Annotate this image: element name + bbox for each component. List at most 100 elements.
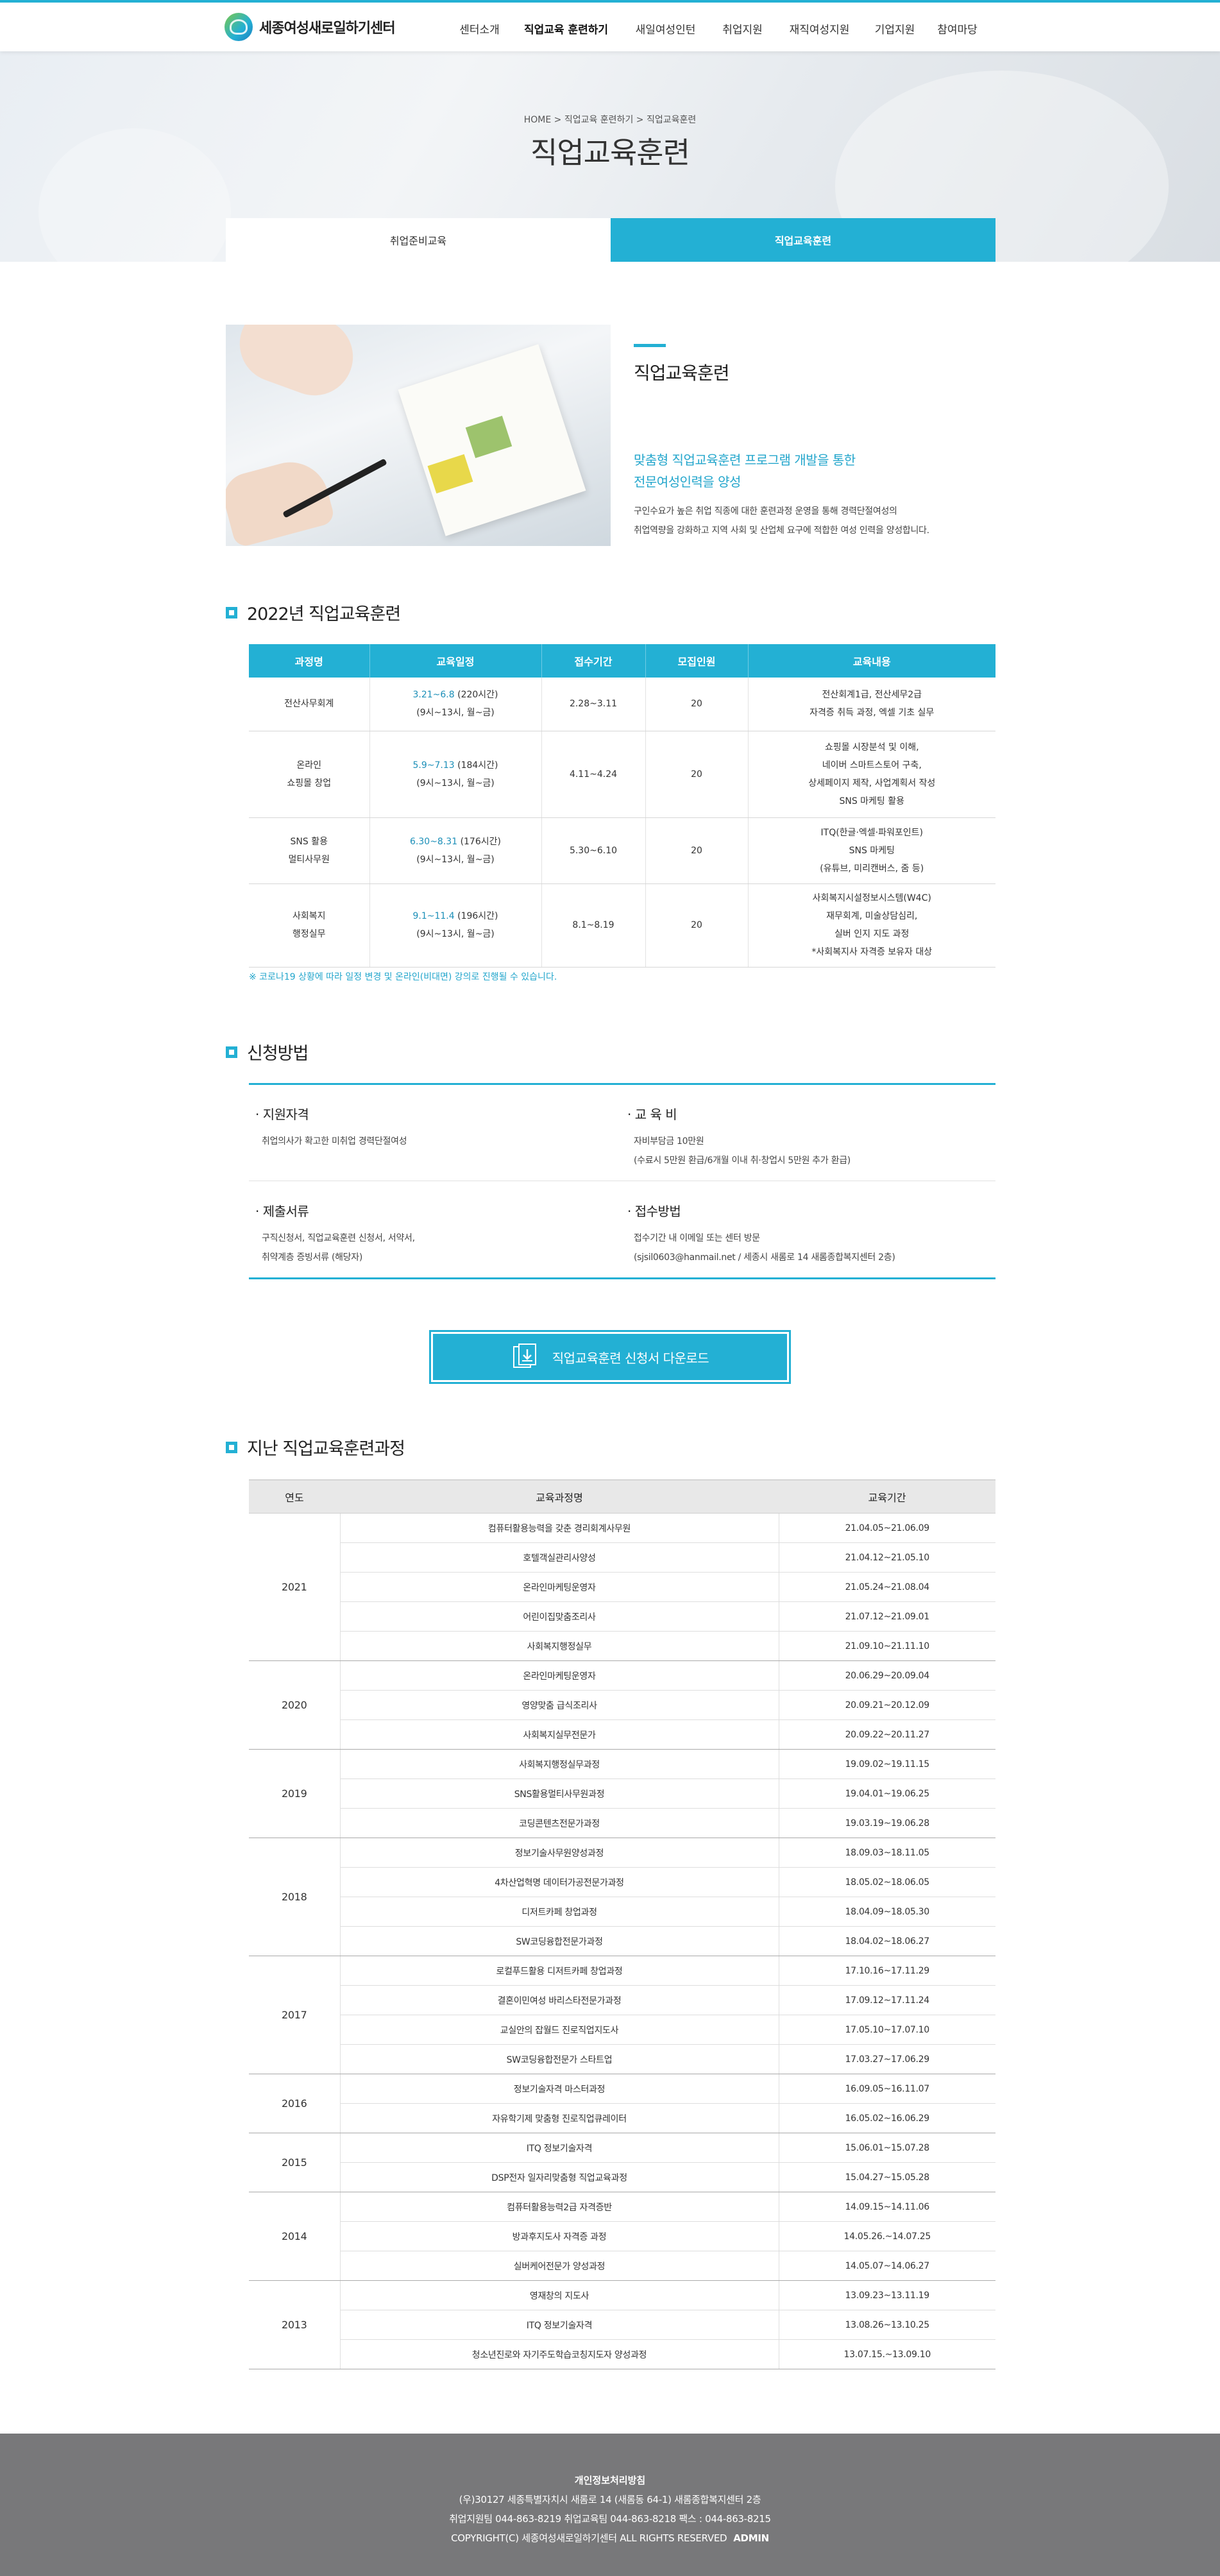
course-name-cell: 정보기술사무원양성과정	[340, 1838, 779, 1868]
nav-item-employment[interactable]: 취업지원	[709, 21, 776, 37]
course-schedule: 5.9~7.13 (184시간) (9시~13시, 월~금)	[369, 731, 541, 818]
course-name-cell: 온라인마케팅운영자	[340, 1572, 779, 1602]
intro-lead: 맞춤형 직업교육훈련 프로그램 개발을 통한 전문여성인력을 양성	[634, 449, 1006, 493]
course-period-cell: 16.09.05~16.11.07	[778, 2074, 995, 2104]
nav-item-company[interactable]: 기업지원	[863, 21, 927, 37]
table-row: 2015 ITQ 정보기술자격 15.06.01~15.07.28	[249, 2133, 995, 2192]
table-row: 코딩콘텐츠전문가과정 19.03.19~19.06.28	[249, 1808, 995, 1838]
course-name-cell: 코딩콘텐츠전문가과정	[340, 1808, 779, 1838]
course-name-cell: 결혼이민여성 바리스타전문가과정	[340, 1985, 779, 2015]
table-row: 2021 컴퓨터활용능력을 갖춘 경리회계사무원 21.04.05~21.06.09	[249, 1513, 995, 1661]
table-row: 2019 사회복지행정실무과정 19.09.02~19.11.15	[249, 1749, 995, 1838]
nav-item-training[interactable]: 직업교육 훈련하기	[510, 21, 622, 37]
year-cell: 2014	[249, 2192, 341, 2281]
download-application-button[interactable]: 직업교육훈련 신청서 다운로드	[429, 1330, 791, 1384]
course-content: 전산회계1급, 전산세무2급 자격증 취득 과정, 엑셀 기초 실무	[747, 678, 995, 731]
nav-item-center[interactable]: 센터소개	[449, 21, 510, 37]
privacy-policy-link[interactable]: 개인정보처리방침	[0, 2473, 1220, 2487]
download-button-label: 직업교육훈련 신청서 다운로드	[552, 1350, 709, 1366]
recruit-count: 20	[645, 678, 748, 731]
course-name-cell: 정보기술자격 마스터과정	[340, 2074, 779, 2104]
course-period-cell: 15.04.27~15.05.28	[778, 2162, 995, 2192]
course-name-cell: 사회복지행정실무	[340, 1631, 779, 1661]
course-period-cell: 19.04.01~19.06.25	[778, 1778, 995, 1809]
course-name-cell: 컴퓨터활용능력을 갖춘 경리회계사무원	[340, 1513, 779, 1543]
site-logo[interactable]: 세종여성새로일하기센터	[225, 12, 396, 42]
course-name-cell: 디저트카페 창업과정	[340, 1897, 779, 1927]
breadcrumb: HOME > 직업교육 훈련하기 > 직업교육훈련	[523, 115, 697, 125]
course-period-cell: 18.04.02~18.06.27	[778, 1926, 995, 1956]
table-row: 어린이집맞춤조리사 21.07.12~21.09.01	[249, 1601, 995, 1632]
tab-vocational-training[interactable]: 직업교육훈련	[611, 218, 995, 262]
table-row: 2018 정보기술사무원양성과정 18.09.03~18.11.05	[249, 1838, 995, 1956]
section-title-text: 신청방법	[247, 1044, 309, 1064]
course-period-cell: 18.09.03~18.11.05	[778, 1838, 995, 1868]
copyright-text: COPYRIGHT(C) 세종여성새로일하기센터 ALL RIGHTS RESE…	[451, 2532, 727, 2544]
table-row: SW코딩융합전문가 스타트업 17.03.27~17.06.29	[249, 2044, 995, 2074]
intro-desc-line: 구인수요가 높은 취업 직종에 대한 훈련과정 운영을 통해 경력단절여성의	[634, 506, 897, 516]
course-name-cell: SNS활용멀티사무원과정	[340, 1778, 779, 1809]
table-row: 2017 로컬푸드활용 디저트카페 창업과정 17.10.16~17.11.29	[249, 1956, 995, 2074]
col-header: 교육기간	[779, 1480, 995, 1514]
apply-item-method: · 접수방법 접수기간 내 이메일 또는 센터 방문 (sjsil0603@han…	[627, 1201, 987, 1267]
page-title: 직업교육훈련	[530, 135, 690, 170]
col-header: 교육과정명	[340, 1480, 779, 1514]
table-row: 온라인마케팅운영자 21.05.24~21.08.04	[249, 1572, 995, 1602]
course-name-cell: 사회복지실무전문가	[340, 1719, 779, 1750]
table-row: 영양맞춤 급식조리사 20.09.21~20.12.09	[249, 1690, 995, 1720]
course-name: SNS 활용 멀티사무원	[249, 817, 369, 884]
intro-lead-line: 전문여성인력을 양성	[634, 474, 741, 490]
year-cell: 2013	[249, 2280, 341, 2369]
course-period-cell: 21.04.05~21.06.09	[778, 1513, 995, 1543]
course-period-cell: 21.09.10~21.11.10	[778, 1631, 995, 1661]
table-row: 사회복지실무전문가 20.09.22~20.11.27	[249, 1719, 995, 1750]
course-content: ITQ(한글·엑셀·파워포인트) SNS 마케팅 (유튜브, 미리캔버스, 줌 등)	[747, 817, 995, 884]
course-name-cell: 4차산업혁명 데이터가공전문가과정	[340, 1867, 779, 1897]
course-period-cell: 20.06.29~20.09.04	[778, 1660, 995, 1691]
square-bullet-icon	[226, 1046, 237, 1058]
table-row: 방과후지도사 자격증 과정 14.05.26.~14.07.25	[249, 2221, 995, 2251]
col-header: 접수기간	[541, 644, 645, 678]
course-name-cell: 교실안의 잡월드 진로직업지도사	[340, 2015, 779, 2045]
apply-row: · 제출서류 구직신청서, 직업교육훈련 신청서, 서약서, 취약계층 증빙서류 …	[249, 1182, 995, 1278]
course-period-cell: 16.05.02~16.06.29	[778, 2103, 995, 2133]
admin-link[interactable]: ADMIN	[733, 2532, 769, 2544]
nav-item-community[interactable]: 참여마당	[927, 21, 988, 37]
intro-desc-line: 취업역량을 강화하고 지역 사회 및 산업체 요구에 적합한 여성 인력을 양성…	[634, 525, 929, 536]
course-name-cell: 영양맞춤 급식조리사	[340, 1690, 779, 1720]
col-header: 과정명	[249, 644, 369, 678]
year-cell: 2019	[249, 1749, 341, 1838]
course-name-cell: SW코딩융합전문가과정	[340, 1926, 779, 1956]
table-row: 2016 정보기술자격 마스터과정 16.09.05~16.11.07	[249, 2074, 995, 2133]
training-2022-table: 과정명 교육일정 접수기간 모집인원 교육내용 전산사무회계 3.21~6.8 …	[249, 644, 995, 968]
course-name-cell: 로컬푸드활용 디저트카페 창업과정	[340, 1956, 779, 1986]
receive-period: 8.1~8.19	[541, 883, 645, 968]
course-name-cell: 실버케어전문가 양성과정	[340, 2251, 779, 2281]
course-content: 쇼핑몰 시장분석 및 이해, 네이버 스마트스토어 구축, 상세페이지 제작, 사업…	[747, 731, 995, 818]
section-title-text: 지난 직업교육훈련과정	[247, 1439, 405, 1459]
intro-description: 구인수요가 높은 취업 직종에 대한 훈련과정 운영을 통해 경력단절여성의 취…	[634, 502, 1006, 540]
course-content: 사회복지시설정보시스템(W4C) 재무회계, 미술상담심리, 실버 인지 지도 과정…	[747, 883, 995, 968]
course-name-cell: ITQ 정보기술자격	[340, 2310, 779, 2340]
tab-job-prep[interactable]: 취업준비교육	[226, 218, 611, 262]
table-row: 2013 영재창의 지도사 13.09.23~13.11.19	[249, 2280, 995, 2369]
apply-item-head: · 접수방법	[627, 1204, 681, 1219]
nav-item-working-women[interactable]: 재직여성지원	[776, 21, 863, 37]
table-row: DSP전자 일자리맞춤형 직업교육과정 15.04.27~15.05.28	[249, 2162, 995, 2192]
course-period-cell: 14.05.07~14.06.27	[778, 2251, 995, 2281]
table-row: 결혼이민여성 바리스타전문가과정 17.09.12~17.11.24	[249, 1985, 995, 2015]
course-name-cell: 컴퓨터활용능력2급 자격증반	[340, 2192, 779, 2222]
table-row: 디저트카페 창업과정 18.04.09~18.05.30	[249, 1897, 995, 1927]
course-name-cell: 어린이집맞춤조리사	[340, 1601, 779, 1632]
course-period-cell: 18.05.02~18.06.05	[778, 1867, 995, 1897]
course-period-cell: 21.04.12~21.05.10	[778, 1542, 995, 1573]
table-row: SNS활용멀티사무원과정 19.04.01~19.06.25	[249, 1778, 995, 1809]
nav-item-intern[interactable]: 새일여성인턴	[622, 21, 709, 37]
course-name-cell: 방과후지도사 자격증 과정	[340, 2221, 779, 2251]
past-training-table: 연도 교육과정명 교육기간 2021 컴퓨터활용능력을 갖춘 경리회계사무원 21.…	[249, 1480, 995, 2369]
table-row: 호텔객실관리사양성 21.04.12~21.05.10	[249, 1542, 995, 1573]
course-name-cell: 온라인마케팅운영자	[340, 1660, 779, 1691]
course-name: 온라인 쇼핑몰 창업	[249, 731, 369, 818]
year-cell: 2020	[249, 1660, 341, 1750]
course-period-cell: 20.09.22~20.11.27	[778, 1719, 995, 1750]
